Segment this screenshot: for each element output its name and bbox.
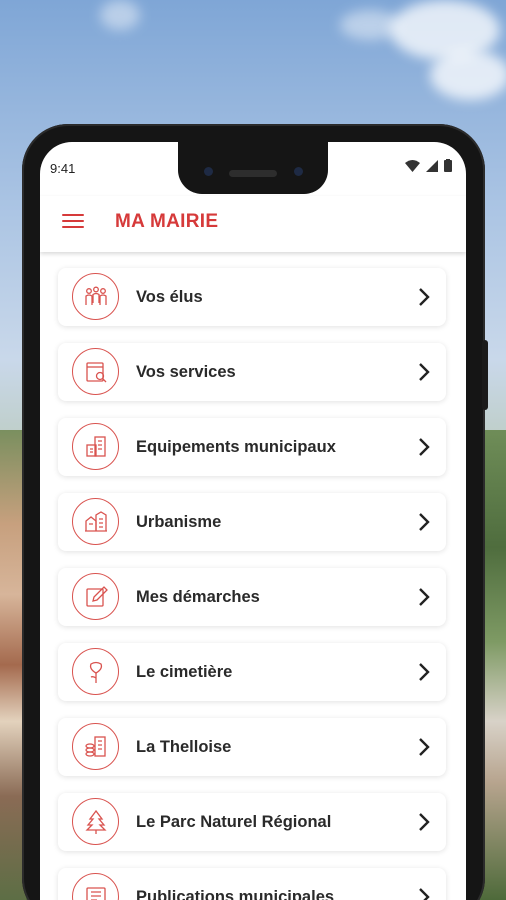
- menu-list: Vos élus Vos services Equipements munici…: [58, 268, 446, 900]
- list-item-label: Urbanisme: [136, 513, 222, 531]
- list-item-label: Vos élus: [136, 288, 203, 306]
- list-item-mes-demarches[interactable]: Mes démarches: [58, 568, 446, 626]
- publication-icon: [72, 873, 119, 900]
- list-item-label: Le Parc Naturel Régional: [136, 813, 332, 831]
- cloud: [430, 50, 506, 100]
- chevron-right-icon: [419, 888, 430, 900]
- list-item-vos-elus[interactable]: Vos élus: [58, 268, 446, 326]
- list-item-label: La Thelloise: [136, 738, 232, 756]
- chevron-right-icon: [419, 288, 430, 306]
- list-item-label: Mes démarches: [136, 588, 260, 606]
- list-item-equipements-municipaux[interactable]: Equipements municipaux: [58, 418, 446, 476]
- phone-side-button: [482, 340, 488, 410]
- wifi-icon: [405, 159, 420, 172]
- city-icon: [72, 498, 119, 545]
- list-item-publications-municipales[interactable]: Publications municipales: [58, 868, 446, 900]
- cloud: [100, 0, 140, 30]
- app-bar: MA MAIRIE: [40, 196, 466, 252]
- services-icon: [72, 348, 119, 395]
- hamburger-menu-icon[interactable]: [62, 214, 84, 232]
- coins-icon: [72, 723, 119, 770]
- phone-screen: 9:41 MA MAIRIE Vos élus Vos services Equ…: [40, 142, 466, 900]
- list-item-vos-services[interactable]: Vos services: [58, 343, 446, 401]
- page-title: MA MAIRIE: [115, 211, 219, 232]
- status-icons: [405, 159, 452, 172]
- list-item-urbanisme[interactable]: Urbanisme: [58, 493, 446, 551]
- camera: [204, 167, 213, 176]
- chevron-right-icon: [419, 738, 430, 756]
- list-item-la-thelloise[interactable]: La Thelloise: [58, 718, 446, 776]
- battery-icon: [444, 159, 452, 172]
- chevron-right-icon: [419, 438, 430, 456]
- people-icon: [72, 273, 119, 320]
- status-time: 9:41: [50, 161, 76, 176]
- list-item-le-cimetiere[interactable]: Le cimetière: [58, 643, 446, 701]
- chevron-right-icon: [419, 588, 430, 606]
- buildings-icon: [72, 423, 119, 470]
- chevron-right-icon: [419, 813, 430, 831]
- chevron-right-icon: [419, 363, 430, 381]
- chevron-right-icon: [419, 663, 430, 681]
- list-item-label: Equipements municipaux: [136, 438, 336, 456]
- cloud: [340, 10, 400, 40]
- list-item-label: Vos services: [136, 363, 236, 381]
- signal-icon: [426, 159, 438, 172]
- list-item-label: Le cimetière: [136, 663, 233, 681]
- camera: [294, 167, 303, 176]
- list-item-label: Publications municipales: [136, 888, 335, 900]
- tree-icon: [72, 798, 119, 845]
- edit-icon: [72, 573, 119, 620]
- list-item-le-parc-naturel-regional[interactable]: Le Parc Naturel Régional: [58, 793, 446, 851]
- chevron-right-icon: [419, 513, 430, 531]
- phone-notch: [178, 142, 328, 194]
- speaker: [229, 170, 277, 177]
- flower-icon: [72, 648, 119, 695]
